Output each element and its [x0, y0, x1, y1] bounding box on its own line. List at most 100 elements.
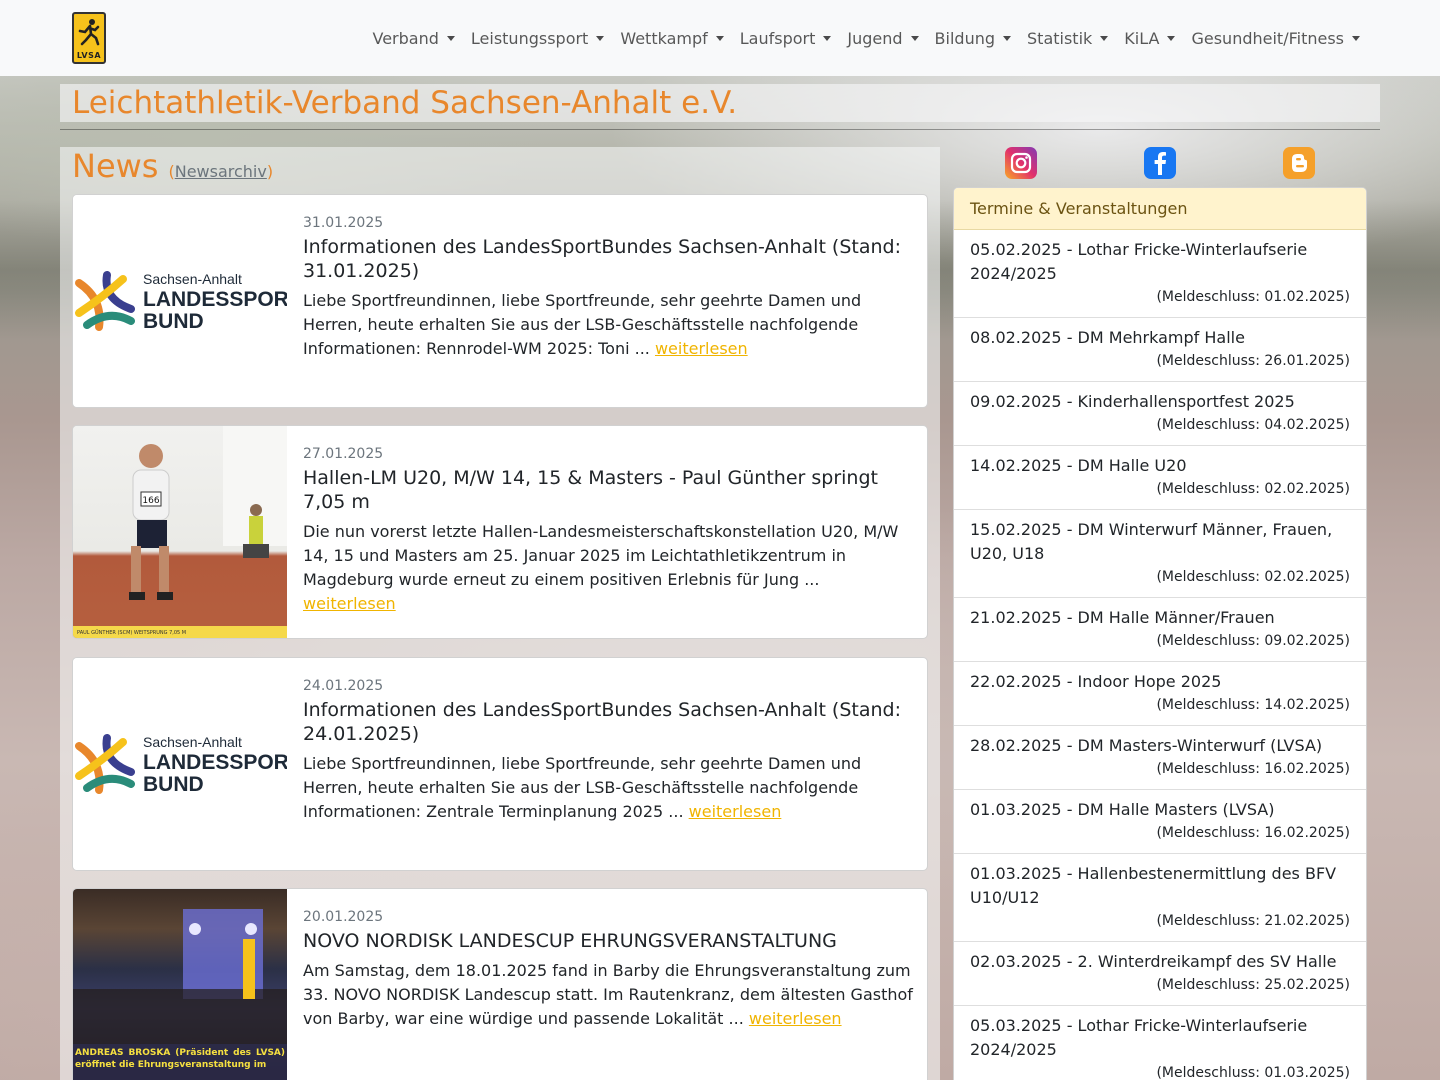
site-title-bar: Leichtathletik-Verband Sachsen-Anhalt e.… [60, 84, 1380, 122]
card-body: 24.01.2025 Informationen des LandesSport… [303, 676, 915, 824]
event-deadline: (Meldeschluss: 16.02.2025) [1156, 825, 1350, 841]
site-title: Leichtathletik-Verband Sachsen-Anhalt e.… [72, 85, 738, 121]
event-item[interactable]: 05.02.2025 - Lothar Fricke-Winterlaufser… [954, 230, 1366, 318]
news-card[interactable]: ANDREAS BROSKA (Präsident des LVSA) eröf… [72, 888, 928, 1080]
news-card[interactable]: Sachsen-Anhalt LANDESSPORT BUND 31.01.202… [72, 194, 928, 408]
events-header: Termine & Veranstaltungen [954, 188, 1366, 230]
event-item[interactable]: 09.02.2025 - Kinderhallensportfest 2025 (… [954, 382, 1366, 446]
event-item[interactable]: 08.02.2025 - DM Mehrkampf Halle (Meldesch… [954, 318, 1366, 382]
card-date: 20.01.2025 [303, 909, 384, 925]
chevron-down-icon [1167, 35, 1176, 41]
event-deadline: (Meldeschluss: 02.02.2025) [1156, 569, 1350, 585]
lsb-logo-image: Sachsen-Anhalt LANDESSPORT BUND [73, 658, 287, 870]
read-more-link[interactable]: weiterlesen [303, 594, 396, 613]
event-title: 05.03.2025 - Lothar Fricke-Winterlaufser… [970, 1016, 1308, 1059]
news-card[interactable]: 166 PAUL GÜNTHER (SCM) WEITSPRUNG 7,05 M… [72, 425, 928, 639]
card-date: 24.01.2025 [303, 678, 384, 694]
card-title[interactable]: NOVO NORDISK LANDESCUP EHRUNGSVERANSTALT… [303, 929, 915, 953]
event-title: 05.02.2025 - Lothar Fricke-Winterlaufser… [970, 240, 1308, 283]
chevron-down-icon [1100, 35, 1109, 41]
nav-item-bildung[interactable]: Bildung [927, 29, 1019, 48]
read-more-link[interactable]: weiterlesen [689, 802, 782, 821]
card-title[interactable]: Informationen des LandesSportBundes Sach… [303, 235, 915, 283]
instagram-glyph-icon [1010, 152, 1032, 174]
event-item[interactable]: 02.03.2025 - 2. Winterdreikampf des SV H… [954, 942, 1366, 1006]
event-title: 01.03.2025 - DM Halle Masters (LVSA) [970, 800, 1275, 819]
lsb-logo-line1: LANDESSPORT [143, 288, 287, 311]
nav-item-verband[interactable]: Verband [365, 29, 463, 48]
chevron-down-icon [715, 35, 724, 41]
archive-link-wrapper: (Newsarchiv) [168, 162, 274, 181]
card-text: Am Samstag, dem 18.01.2025 fand in Barby… [303, 959, 915, 1031]
read-more-link[interactable]: weiterlesen [655, 339, 748, 358]
event-deadline: (Meldeschluss: 25.02.2025) [1156, 977, 1350, 993]
athlete-photo: 166 PAUL GÜNTHER (SCM) WEITSPRUNG 7,05 M [73, 426, 287, 638]
lsb-logo-line1: LANDESSPORT [143, 751, 287, 774]
chevron-down-icon [823, 35, 832, 41]
ceremony-photo: ANDREAS BROSKA (Präsident des LVSA) eröf… [73, 889, 287, 1080]
runner-icon [78, 19, 100, 46]
event-title: 21.02.2025 - DM Halle Männer/Frauen [970, 608, 1275, 627]
nav-item-wettkampf[interactable]: Wettkampf [612, 29, 731, 48]
event-title: 09.02.2025 - Kinderhallensportfest 2025 [970, 392, 1295, 411]
news-heading: News (Newsarchiv) [72, 147, 273, 185]
lsb-logo-sub: Sachsen-Anhalt [143, 734, 242, 750]
card-text: Die nun vorerst letzte Hallen-Landesmeis… [303, 520, 915, 616]
lsb-logo: Sachsen-Anhalt LANDESSPORT BUND [73, 730, 287, 800]
top-navbar: LVSA Verband Leistungssport Wettkampf La… [0, 0, 1440, 76]
lvsa-logo[interactable]: LVSA [72, 12, 106, 64]
chevron-down-icon [596, 35, 605, 41]
newsarchiv-link[interactable]: Newsarchiv [175, 162, 267, 181]
nav-label: Bildung [934, 28, 996, 48]
card-text: Liebe Sportfreundinnen, liebe Sportfreun… [303, 752, 915, 824]
nav-item-kila[interactable]: KiLA [1116, 29, 1183, 48]
event-item[interactable]: 01.03.2025 - DM Halle Masters (LVSA) (Mel… [954, 790, 1366, 854]
event-title: 01.03.2025 - Hallenbestenermittlung des … [970, 864, 1337, 907]
lsb-logo-image: Sachsen-Anhalt LANDESSPORT BUND [73, 195, 287, 407]
photo-caption: ANDREAS BROSKA (Präsident des LVSA) eröf… [75, 1048, 285, 1070]
nav-item-statistik[interactable]: Statistik [1019, 29, 1116, 48]
nav-item-gesundheit-fitness[interactable]: Gesundheit/Fitness [1183, 29, 1368, 48]
read-more-link[interactable]: weiterlesen [749, 1009, 842, 1028]
chevron-down-icon [1352, 35, 1360, 41]
event-item[interactable]: 15.02.2025 - DM Winterwurf Männer, Fraue… [954, 510, 1366, 598]
card-date: 31.01.2025 [303, 215, 384, 231]
event-title: 08.02.2025 - DM Mehrkampf Halle [970, 328, 1245, 347]
facebook-icon[interactable] [1144, 147, 1176, 179]
nav-label: Gesundheit/Fitness [1191, 28, 1344, 48]
blogger-icon[interactable] [1283, 147, 1315, 179]
event-item[interactable]: 22.02.2025 - Indoor Hope 2025 (Meldeschlu… [954, 662, 1366, 726]
event-title: 15.02.2025 - DM Winterwurf Männer, Fraue… [970, 520, 1333, 563]
nav-label: Jugend [847, 28, 903, 48]
lsb-logo-main: LANDESSPORT BUND [143, 752, 287, 796]
nav-item-jugend[interactable]: Jugend [839, 29, 926, 48]
logo-text: LVSA [76, 51, 102, 60]
chevron-down-icon [910, 35, 919, 41]
photo-caption: PAUL GÜNTHER (SCM) WEITSPRUNG 7,05 M [73, 626, 287, 638]
event-item[interactable]: 05.03.2025 - Lothar Fricke-Winterlaufser… [954, 1006, 1366, 1080]
lsb-logo-line2: BUND [143, 310, 204, 333]
bib-number: 166 [142, 496, 159, 506]
card-body: 20.01.2025 NOVO NORDISK LANDESCUP EHRUNG… [303, 907, 915, 1031]
card-title[interactable]: Hallen-LM U20, M/W 14, 15 & Masters - Pa… [303, 466, 915, 514]
event-deadline: (Meldeschluss: 01.02.2025) [1156, 289, 1350, 305]
news-card[interactable]: Sachsen-Anhalt LANDESSPORT BUND 24.01.202… [72, 657, 928, 871]
event-deadline: (Meldeschluss: 16.02.2025) [1156, 761, 1350, 777]
nav-label: Wettkampf [620, 28, 708, 48]
nav-item-leistungssport[interactable]: Leistungssport [463, 29, 612, 48]
card-title[interactable]: Informationen des LandesSportBundes Sach… [303, 698, 915, 746]
event-title: 28.02.2025 - DM Masters-Winterwurf (LVSA… [970, 736, 1323, 755]
event-item[interactable]: 28.02.2025 - DM Masters-Winterwurf (LVSA… [954, 726, 1366, 790]
event-deadline: (Meldeschluss: 02.02.2025) [1156, 481, 1350, 497]
lsb-logo: Sachsen-Anhalt LANDESSPORT BUND [73, 267, 287, 337]
nav-item-laufsport[interactable]: Laufsport [732, 29, 840, 48]
event-item[interactable]: 14.02.2025 - DM Halle U20 (Meldeschluss: … [954, 446, 1366, 510]
card-body: 31.01.2025 Informationen des LandesSport… [303, 213, 915, 361]
lsb-emblem-icon [75, 271, 135, 331]
card-date: 27.01.2025 [303, 446, 384, 462]
instagram-icon[interactable] [1005, 147, 1037, 179]
event-item[interactable]: 21.02.2025 - DM Halle Männer/Frauen (Meld… [954, 598, 1366, 662]
nav-label: Leistungssport [470, 28, 589, 48]
event-item[interactable]: 01.03.2025 - Hallenbestenermittlung des … [954, 854, 1366, 942]
athlete-figure-icon: 166 [129, 426, 287, 600]
